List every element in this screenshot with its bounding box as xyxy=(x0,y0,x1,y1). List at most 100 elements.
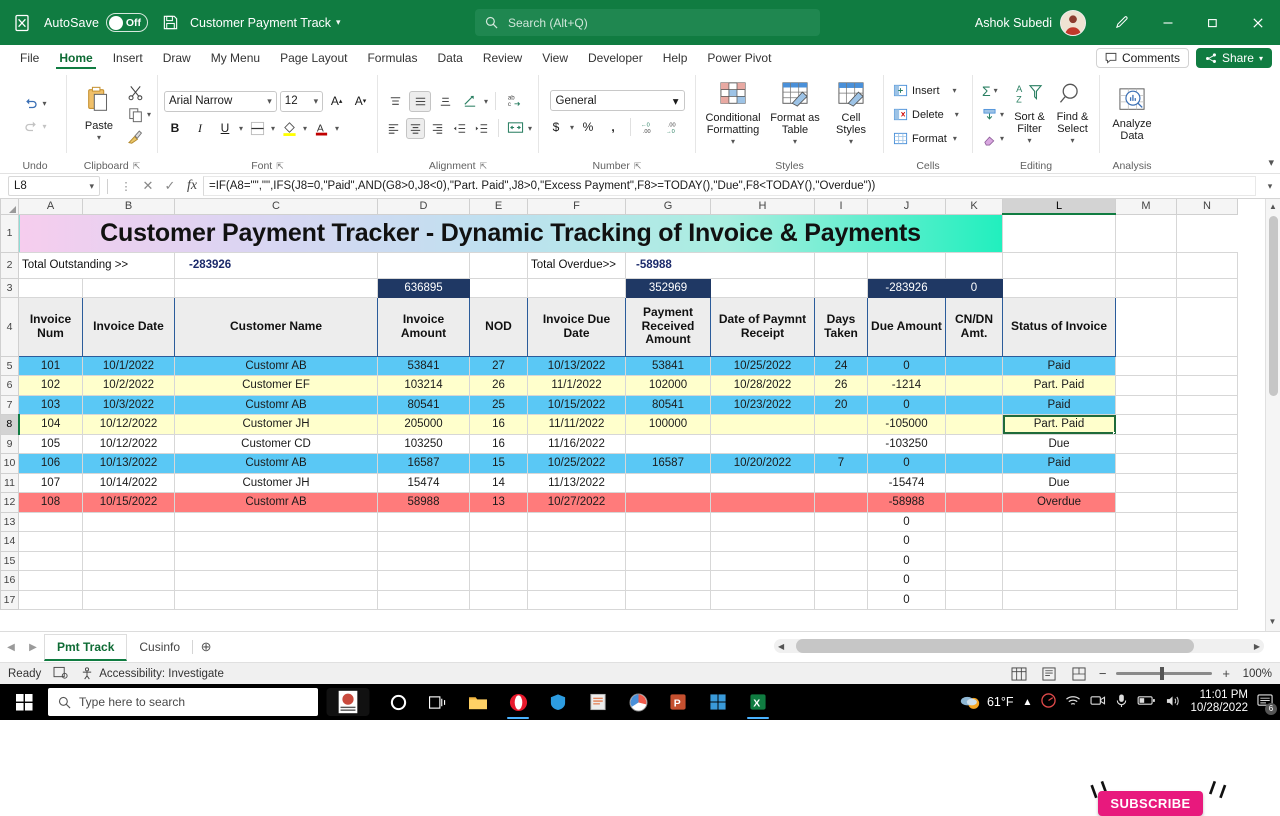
battery-icon[interactable] xyxy=(1137,694,1156,710)
document-title-chevron-down-icon[interactable]: ▾ xyxy=(336,17,341,28)
cell-cn-dn-amt-r16[interactable] xyxy=(945,570,1003,591)
taskbar-cortana-icon[interactable] xyxy=(378,684,418,720)
redo-button[interactable]: ▾ xyxy=(20,115,49,137)
borders-button[interactable] xyxy=(246,118,268,139)
cell-invoice-date-r6[interactable]: 10/2/2022 xyxy=(82,375,175,396)
row-header-8[interactable]: 8 xyxy=(0,414,20,435)
number-format-select[interactable]: General ▾ xyxy=(549,90,685,111)
cell-customer-name-r10[interactable]: Customr AB xyxy=(174,453,378,474)
cn-dn-total[interactable]: 0 xyxy=(945,277,1003,298)
cell-date-of-payment-receipt-r16[interactable] xyxy=(710,570,815,591)
cell-C3[interactable] xyxy=(174,277,378,298)
cell-F3[interactable] xyxy=(527,277,626,298)
zoom-slider[interactable] xyxy=(1116,667,1213,680)
taskbar-shield-icon[interactable] xyxy=(538,684,578,720)
tab-home[interactable]: Home xyxy=(49,48,102,69)
column-header-m[interactable]: M xyxy=(1115,199,1177,215)
sort-filter-chevron-down-icon[interactable]: ▾ xyxy=(1028,135,1032,147)
due-amount-total[interactable]: -283926 xyxy=(867,277,946,298)
autosave-toggle[interactable]: Off xyxy=(106,13,149,32)
cell-status-of-invoice-r12[interactable]: Overdue xyxy=(1002,492,1116,513)
confirm-edit-icon[interactable]: ✓ xyxy=(159,178,181,194)
increase-font-size-button[interactable]: A ▴ xyxy=(326,91,347,112)
alignment-dialog-launcher-icon[interactable]: ⇱ xyxy=(480,159,488,173)
bold-button[interactable]: B xyxy=(164,118,186,139)
align-bottom-button[interactable] xyxy=(434,91,456,112)
cell-days-taken-r13[interactable] xyxy=(814,511,868,532)
cell-D2[interactable] xyxy=(377,251,470,279)
cell-customer-name-r17[interactable] xyxy=(174,589,378,610)
total-overdue-label[interactable]: Total Overdue>> xyxy=(527,251,626,279)
orientation-chevron-down-icon[interactable]: ▾ xyxy=(484,97,488,106)
fill-color-chevron-down-icon[interactable]: ▾ xyxy=(303,124,307,133)
cell-invoice-due-date-r8[interactable]: 11/11/2022 xyxy=(527,414,626,435)
cell-invoice-due-date-r10[interactable]: 10/25/2022 xyxy=(527,453,626,474)
cell-customer-name-r8[interactable]: Customer JH xyxy=(174,414,378,435)
cell-date-of-payment-receipt-r6[interactable]: 10/28/2022 xyxy=(710,375,815,396)
cell-payment-received-amount-r17[interactable] xyxy=(625,589,711,610)
cell-invoice-due-date-r15[interactable] xyxy=(527,550,626,571)
cell-nod-r8[interactable]: 16 xyxy=(469,414,528,435)
comma-format-button[interactable]: , xyxy=(602,117,624,138)
decrease-font-size-button[interactable]: A ▾ xyxy=(350,91,371,112)
tab-insert[interactable]: Insert xyxy=(103,48,153,69)
hscroll-left-icon[interactable]: ◀ xyxy=(778,642,784,651)
cell-M3[interactable] xyxy=(1115,277,1177,298)
row-header-6[interactable]: 6 xyxy=(0,375,19,396)
font-size-chevron-down-icon[interactable]: ▾ xyxy=(314,96,319,107)
cell-N13[interactable] xyxy=(1176,511,1238,532)
align-top-button[interactable] xyxy=(384,91,406,112)
cell-invoice-amount-r6[interactable]: 103214 xyxy=(377,375,470,396)
cell-invoice-due-date-r12[interactable]: 10/27/2022 xyxy=(527,492,626,513)
font-size-select[interactable]: 12 ▾ xyxy=(279,90,324,112)
cell-payment-received-amount-r7[interactable]: 80541 xyxy=(625,394,711,415)
tab-help[interactable]: Help xyxy=(653,48,698,69)
cell-M11[interactable] xyxy=(1115,472,1177,493)
find-select-button[interactable]: Find & Select ▾ xyxy=(1052,80,1093,149)
cell-due-amount-r9[interactable]: -103250 xyxy=(867,433,946,454)
cell-invoice-date-r17[interactable] xyxy=(82,589,175,610)
cell-days-taken-r6[interactable]: 26 xyxy=(814,375,868,396)
italic-button[interactable]: I xyxy=(189,118,211,139)
header-invoice-num[interactable]: Invoice Num xyxy=(18,296,83,357)
cell-invoice-amount-r17[interactable] xyxy=(377,589,470,610)
cell-M10[interactable] xyxy=(1115,453,1177,474)
cell-customer-name-r7[interactable]: Customr AB xyxy=(174,394,378,415)
cell-nod-r9[interactable]: 16 xyxy=(469,433,528,454)
cell-I3[interactable] xyxy=(814,277,868,298)
cell-N14[interactable] xyxy=(1176,531,1238,552)
cell-customer-name-r15[interactable] xyxy=(174,550,378,571)
cell-invoice-date-r14[interactable] xyxy=(82,531,175,552)
row-header-1[interactable]: 1 xyxy=(0,213,19,253)
cell-M2[interactable] xyxy=(1115,251,1177,279)
cell-customer-name-r12[interactable]: Customr AB xyxy=(174,492,378,513)
cell-cn-dn-amt-r8[interactable] xyxy=(945,414,1003,435)
column-header-a[interactable]: A xyxy=(18,199,83,215)
select-all-corner[interactable] xyxy=(0,199,19,215)
header-days-taken[interactable]: Days Taken xyxy=(814,296,868,357)
start-button[interactable] xyxy=(0,693,48,711)
cell-M14[interactable] xyxy=(1115,531,1177,552)
add-sheet-button[interactable]: ⊕ xyxy=(193,639,219,655)
cell-invoice-date-r5[interactable]: 10/1/2022 xyxy=(82,355,175,376)
cell-L2[interactable] xyxy=(1002,251,1116,279)
cell-N9[interactable] xyxy=(1176,433,1238,454)
cell-invoice-amount-r16[interactable] xyxy=(377,570,470,591)
taskbar-excel-icon[interactable]: X xyxy=(738,684,778,720)
normal-view-button[interactable] xyxy=(1009,666,1029,682)
row-header-13[interactable]: 13 xyxy=(0,511,19,532)
cell-status-of-invoice-r9[interactable]: Due xyxy=(1002,433,1116,454)
cell-cn-dn-amt-r13[interactable] xyxy=(945,511,1003,532)
cell-date-of-payment-receipt-r8[interactable] xyxy=(710,414,815,435)
cell-payment-received-amount-r5[interactable]: 53841 xyxy=(625,355,711,376)
cell-N2[interactable] xyxy=(1176,251,1238,279)
column-header-n[interactable]: N xyxy=(1176,199,1238,215)
cell-due-amount-r16[interactable]: 0 xyxy=(867,570,946,591)
increase-decimal-button[interactable]: ←0.00 xyxy=(637,117,659,138)
column-header-l[interactable]: L xyxy=(1002,199,1116,215)
row-header-2[interactable]: 2 xyxy=(0,251,19,279)
insert-function-icon[interactable]: fx xyxy=(181,178,203,194)
document-title[interactable]: Customer Payment Track xyxy=(190,16,331,30)
camera-icon[interactable] xyxy=(1090,694,1106,710)
borders-chevron-down-icon[interactable]: ▾ xyxy=(271,124,275,133)
